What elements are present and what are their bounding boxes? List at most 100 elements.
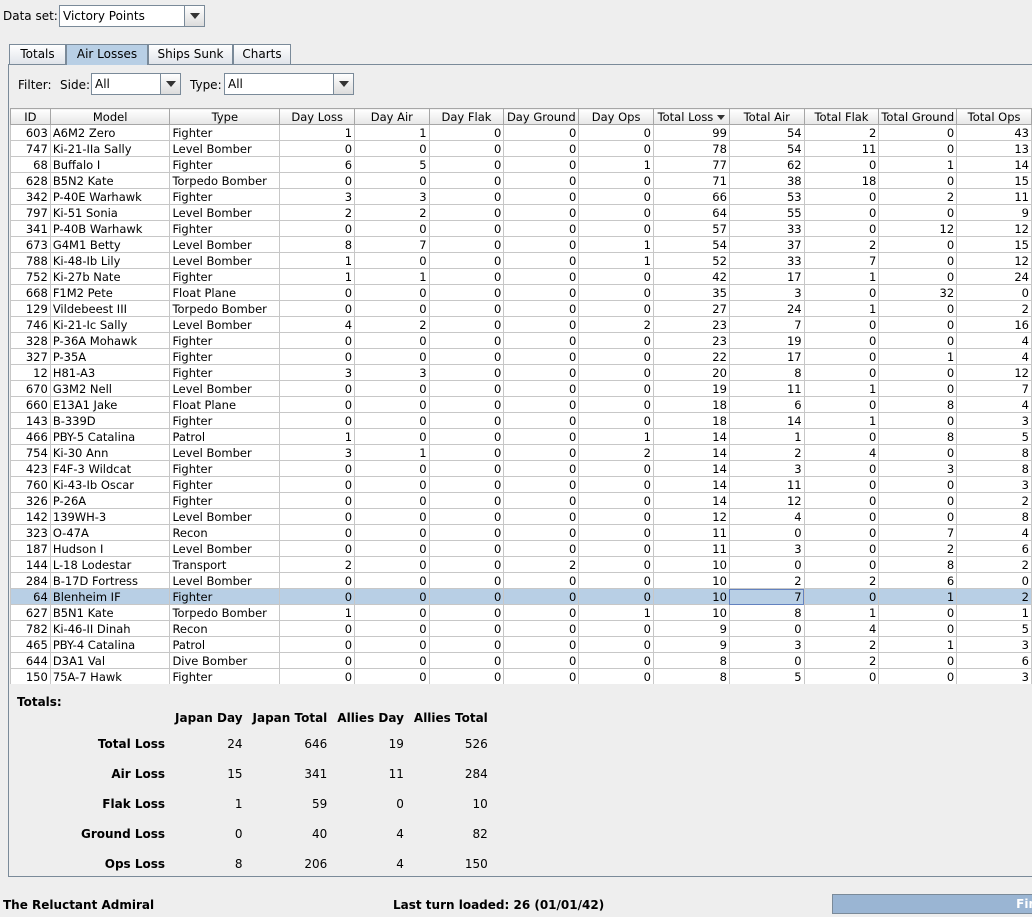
- table-cell[interactable]: 0: [279, 652, 356, 669]
- table-cell[interactable]: 0: [503, 364, 580, 381]
- table-cell[interactable]: 10: [652, 556, 730, 573]
- table-cell[interactable]: Fighter: [169, 492, 281, 509]
- table-cell[interactable]: 0: [803, 396, 880, 413]
- table-cell[interactable]: 52: [652, 252, 730, 269]
- table-cell[interactable]: 0: [354, 284, 430, 301]
- table-cell[interactable]: 0: [279, 332, 356, 349]
- table-cell[interactable]: 0: [279, 668, 356, 684]
- table-cell[interactable]: 4: [956, 524, 1032, 541]
- table-cell[interactable]: 33: [728, 252, 805, 269]
- table-cell[interactable]: 0: [428, 220, 505, 237]
- table-cell[interactable]: Fighter: [169, 476, 281, 493]
- table-cell[interactable]: 16: [956, 316, 1032, 333]
- table-cell[interactable]: L-18 Lodestar: [49, 556, 171, 573]
- table-cell[interactable]: 0: [428, 252, 505, 269]
- table-cell[interactable]: 627: [10, 604, 51, 621]
- table-cell[interactable]: 0: [503, 156, 580, 173]
- table-cell[interactable]: 11: [803, 140, 880, 157]
- table-cell[interactable]: 14: [956, 156, 1032, 173]
- table-cell[interactable]: 628: [10, 172, 51, 189]
- table-cell[interactable]: 11: [652, 524, 730, 541]
- table-cell[interactable]: Buffalo I: [49, 156, 171, 173]
- table-cell[interactable]: 0: [878, 172, 958, 189]
- table-cell[interactable]: 7: [354, 236, 430, 253]
- table-cell[interactable]: 3: [279, 444, 356, 461]
- table-row[interactable]: 144 L-18 Lodestar Transport 2 0 0 2 0 10 0 0 8 2: [10, 556, 1032, 573]
- table-cell[interactable]: 6: [878, 572, 958, 589]
- table-cell[interactable]: PBY-5 Catalina: [49, 428, 171, 445]
- table-row[interactable]: 670 G3M2 Nell Level Bomber 0 0 0 0 0 19 11 1 0 7: [10, 380, 1032, 397]
- table-cell[interactable]: 1: [578, 252, 654, 269]
- table-cell[interactable]: 0: [354, 332, 430, 349]
- table-cell[interactable]: 14: [652, 428, 730, 445]
- table-cell[interactable]: 0: [878, 236, 958, 253]
- table-cell[interactable]: 8: [878, 556, 958, 573]
- table-cell[interactable]: 0: [354, 652, 430, 669]
- table-cell[interactable]: 54: [728, 140, 805, 157]
- table-row[interactable]: 341 P-40B Warhawk Fighter 0 0 0 0 0 57 33 0 12 12: [10, 220, 1032, 237]
- table-cell[interactable]: Transport: [169, 556, 281, 573]
- table-cell[interactable]: 144: [10, 556, 51, 573]
- table-cell[interactable]: 0: [503, 380, 580, 397]
- table-cell[interactable]: 0: [578, 476, 654, 493]
- table-cell[interactable]: Level Bomber: [169, 540, 281, 557]
- table-cell[interactable]: 0: [803, 428, 880, 445]
- table-cell[interactable]: 7: [878, 524, 958, 541]
- table-cell[interactable]: 0: [428, 188, 505, 205]
- table-cell[interactable]: 37: [728, 236, 805, 253]
- table-cell[interactable]: 11: [728, 380, 805, 397]
- table-cell[interactable]: 0: [878, 268, 958, 285]
- table-cell[interactable]: 0: [354, 396, 430, 413]
- table-cell[interactable]: 2: [578, 316, 654, 333]
- table-cell[interactable]: 2: [354, 316, 430, 333]
- table-cell[interactable]: 1: [878, 348, 958, 365]
- table-cell[interactable]: 3: [878, 460, 958, 477]
- table-cell[interactable]: 3: [956, 476, 1032, 493]
- column-header[interactable]: Day Ground: [503, 108, 580, 125]
- table-cell[interactable]: 19: [652, 380, 730, 397]
- table-cell[interactable]: 0: [428, 428, 505, 445]
- table-row[interactable]: 342 P-40E Warhawk Fighter 3 3 0 0 0 66 53 0 2 11: [10, 188, 1032, 205]
- table-cell[interactable]: 0: [503, 300, 580, 317]
- side-select[interactable]: All: [91, 73, 181, 95]
- table-cell[interactable]: 1: [578, 428, 654, 445]
- table-cell[interactable]: 1: [354, 444, 430, 461]
- table-cell[interactable]: 6: [728, 396, 805, 413]
- table-cell[interactable]: Recon: [169, 524, 281, 541]
- table-row[interactable]: 747 Ki-21-IIa Sally Level Bomber 0 0 0 0 0 78 54 1…: [10, 140, 1032, 157]
- table-cell[interactable]: 4: [279, 316, 356, 333]
- table-cell[interactable]: 3: [728, 636, 805, 653]
- table-cell[interactable]: 0: [803, 540, 880, 557]
- table-cell[interactable]: 0: [503, 428, 580, 445]
- table-row[interactable]: 760 Ki-43-Ib Oscar Fighter 0 0 0 0 0 14 11 0 0 3: [10, 476, 1032, 493]
- table-cell[interactable]: Fighter: [169, 332, 281, 349]
- table-cell[interactable]: Ki-21-IIa Sally: [49, 140, 171, 157]
- table-cell[interactable]: 7: [803, 252, 880, 269]
- table-cell[interactable]: 12: [956, 220, 1032, 237]
- table-cell[interactable]: 0: [878, 124, 958, 141]
- table-cell[interactable]: 2: [354, 204, 430, 221]
- table-cell[interactable]: 0: [878, 252, 958, 269]
- table-cell[interactable]: 0: [578, 652, 654, 669]
- table-cell[interactable]: 2: [956, 588, 1032, 605]
- table-cell[interactable]: 1: [354, 124, 430, 141]
- table-cell[interactable]: B-339D: [49, 412, 171, 429]
- table-cell[interactable]: 2: [956, 556, 1032, 573]
- table-cell[interactable]: 0: [428, 380, 505, 397]
- table-cell[interactable]: 0: [803, 668, 880, 684]
- table-cell[interactable]: Level Bomber: [169, 140, 281, 157]
- table-cell[interactable]: 0: [878, 316, 958, 333]
- table-cell[interactable]: 673: [10, 236, 51, 253]
- table-cell[interactable]: 11: [728, 476, 805, 493]
- table-row[interactable]: 660 E13A1 Jake Float Plane 0 0 0 0 0 18 6 0 8 4: [10, 396, 1032, 413]
- table-cell[interactable]: 0: [878, 668, 958, 684]
- table-cell[interactable]: 0: [878, 380, 958, 397]
- table-cell[interactable]: Fighter: [169, 364, 281, 381]
- table-cell[interactable]: 2: [803, 636, 880, 653]
- chevron-down-icon[interactable]: [160, 74, 180, 94]
- table-cell[interactable]: 0: [428, 316, 505, 333]
- table-row[interactable]: 143 B-339D Fighter 0 0 0 0 0 18 14 1 0 3: [10, 412, 1032, 429]
- table-cell[interactable]: 129: [10, 300, 51, 317]
- table-cell[interactable]: 0: [578, 620, 654, 637]
- table-cell[interactable]: D3A1 Val: [49, 652, 171, 669]
